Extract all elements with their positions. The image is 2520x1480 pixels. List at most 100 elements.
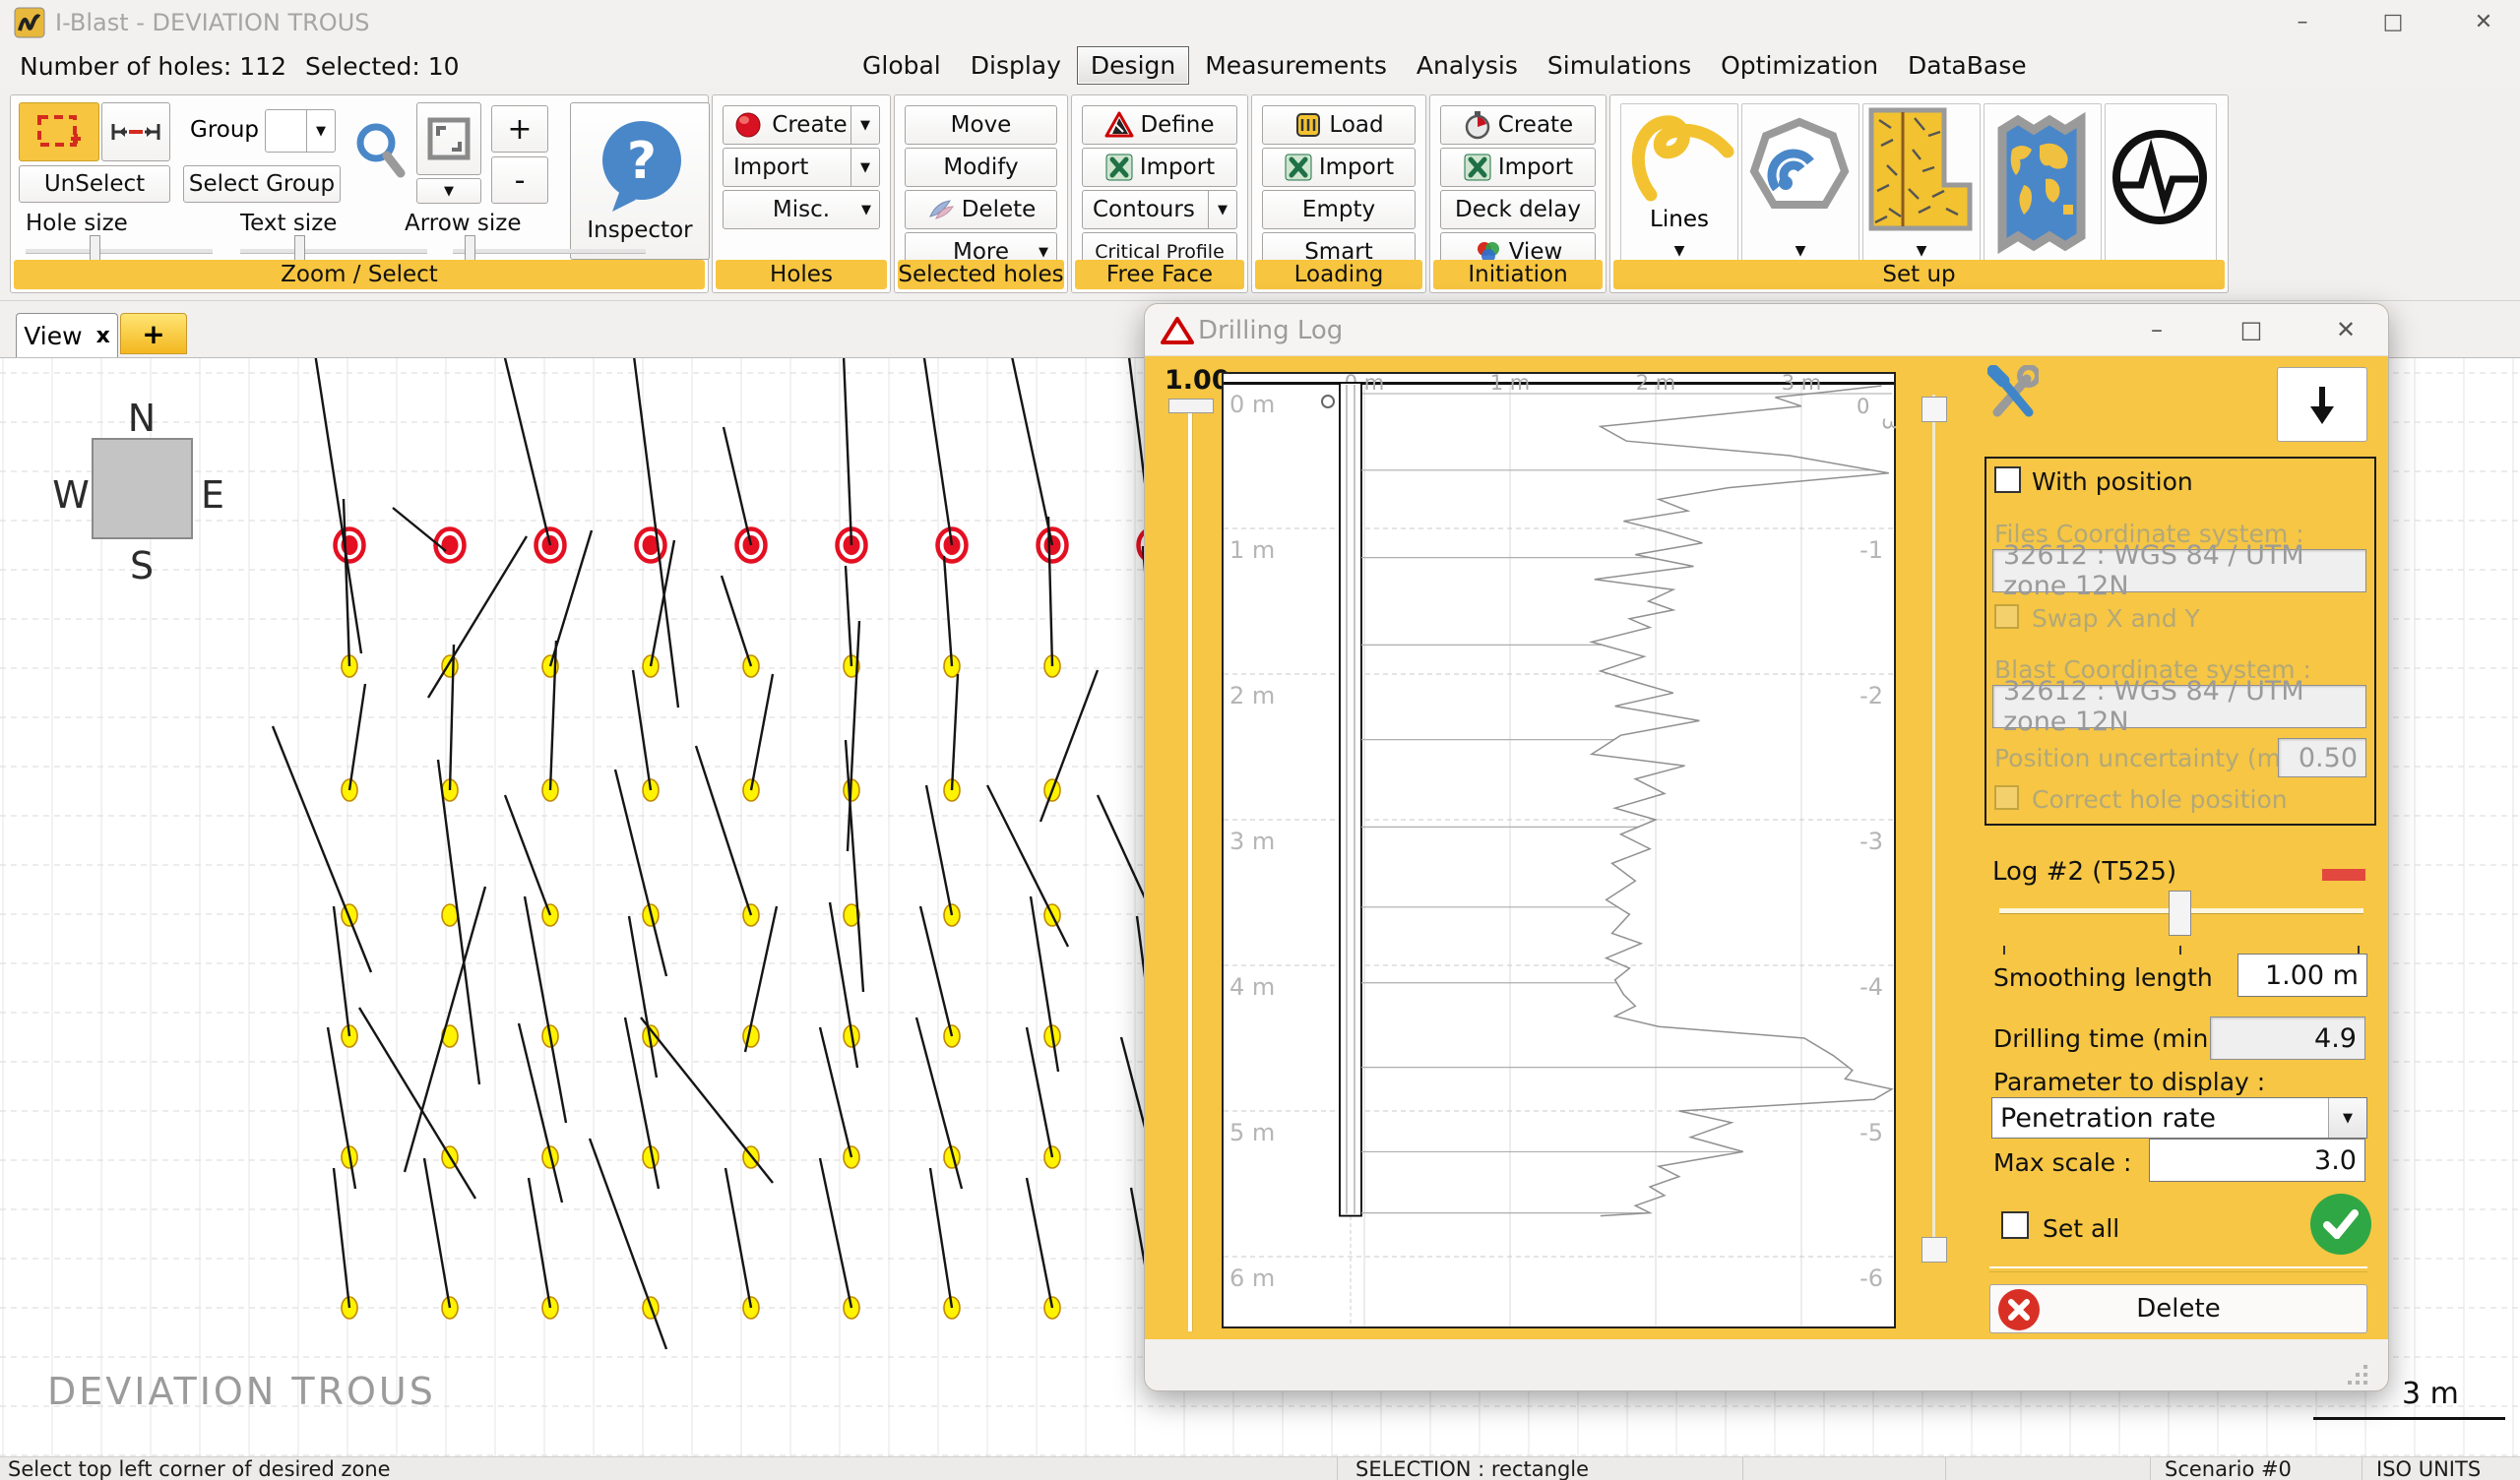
menu-tab-design[interactable]: Design bbox=[1077, 46, 1189, 85]
button-import[interactable]: Import bbox=[1082, 148, 1237, 187]
button-move[interactable]: Move bbox=[905, 105, 1057, 145]
zoom-extents-button[interactable] bbox=[416, 102, 481, 175]
button-label: Modify bbox=[943, 154, 1018, 180]
chart-top-tick: 1 m bbox=[1490, 372, 1531, 395]
unselect-button[interactable]: UnSelect bbox=[19, 165, 170, 203]
selected-hole[interactable] bbox=[637, 529, 665, 562]
dialog-title-bar[interactable]: Drilling Log – □ ✕ bbox=[1145, 304, 2388, 356]
dialog-close-button[interactable]: ✕ bbox=[2318, 310, 2373, 349]
excel-icon bbox=[1104, 153, 1134, 182]
chart-depth-tick: 2 m bbox=[1229, 682, 1275, 709]
chevron-down-icon[interactable]: ▼ bbox=[1621, 243, 1737, 259]
zoom-extents-dropdown[interactable]: ▼ bbox=[416, 178, 481, 204]
tab-view[interactable]: View x bbox=[16, 313, 118, 358]
drilling-log-chart[interactable]: 0 m1 m2 m3 m030 m1 m2 m3 m4 m5 m6 m-1-2-… bbox=[1222, 372, 1896, 1328]
resize-grip[interactable] bbox=[2348, 1365, 2369, 1387]
deviation-line bbox=[911, 358, 952, 545]
dialog-minimize-button[interactable]: – bbox=[2129, 310, 2184, 349]
left-vertical-slider-thumb[interactable] bbox=[1168, 399, 1214, 413]
parameter-dropdown[interactable]: Penetration rate ▼ bbox=[1991, 1097, 2367, 1139]
right-vertical-slider-track[interactable] bbox=[1932, 395, 1935, 1261]
chevron-down-icon[interactable]: ▼ bbox=[1863, 243, 1980, 259]
inspector-button[interactable]: ? Inspector bbox=[570, 102, 710, 260]
menu-tab-display[interactable]: Display bbox=[957, 46, 1075, 85]
button-misc-[interactable]: Misc.▼ bbox=[723, 190, 880, 229]
right-slider-thumb-bottom[interactable] bbox=[1922, 1237, 1947, 1263]
button-contours[interactable]: Contours▼ bbox=[1082, 190, 1237, 229]
correct-position-checkbox[interactable] bbox=[1994, 785, 2019, 810]
right-slider-thumb-top[interactable] bbox=[1922, 397, 1947, 422]
size-slider-track[interactable] bbox=[240, 249, 427, 254]
button-import[interactable]: Import bbox=[1440, 148, 1596, 187]
map-button[interactable] bbox=[1984, 103, 2102, 266]
tools-icon[interactable] bbox=[1987, 365, 2039, 420]
minimize-button[interactable]: – bbox=[2272, 0, 2333, 44]
wireless-setup-button[interactable]: ▼ bbox=[1741, 103, 1859, 266]
zoom-button[interactable] bbox=[350, 109, 411, 208]
button-empty[interactable]: Empty bbox=[1262, 190, 1416, 229]
swap-xy-checkbox[interactable] bbox=[1994, 604, 2019, 629]
group-label: Group bbox=[190, 117, 259, 143]
group-combobox[interactable]: ▼ bbox=[265, 109, 336, 153]
set-all-checkbox[interactable] bbox=[2001, 1211, 2029, 1239]
apply-button[interactable] bbox=[2310, 1194, 2371, 1255]
size-slider-track[interactable] bbox=[26, 249, 213, 254]
smoothing-field[interactable]: 1.00 m bbox=[2237, 954, 2367, 997]
hole[interactable] bbox=[442, 904, 458, 926]
measure-button[interactable] bbox=[101, 102, 170, 161]
chevron-down-icon[interactable]: ▼ bbox=[1039, 245, 1048, 260]
menu-tab-measurements[interactable]: Measurements bbox=[1191, 46, 1401, 85]
slider-label-1: Text size bbox=[240, 211, 337, 236]
dialog-maximize-button[interactable]: □ bbox=[2224, 310, 2279, 349]
menu-tab-analysis[interactable]: Analysis bbox=[1403, 46, 1532, 85]
maximize-button[interactable]: □ bbox=[2362, 0, 2424, 44]
with-position-checkbox[interactable] bbox=[1994, 466, 2021, 493]
button-modify[interactable]: Modify bbox=[905, 148, 1057, 187]
hole[interactable] bbox=[442, 655, 458, 677]
uncertainty-field[interactable]: 0.50 bbox=[2278, 738, 2366, 777]
chevron-down-icon[interactable]: ▼ bbox=[861, 203, 871, 217]
chevron-down-icon[interactable]: ▼ bbox=[850, 149, 879, 186]
button-deck-delay[interactable]: Deck delay bbox=[1440, 190, 1596, 229]
button-load[interactable]: Load bbox=[1262, 105, 1416, 145]
close-button[interactable]: ✕ bbox=[2453, 0, 2514, 44]
button-import[interactable]: Import bbox=[1262, 148, 1416, 187]
new-view-tab-button[interactable]: + bbox=[120, 313, 187, 354]
chevron-down-icon[interactable]: ▼ bbox=[306, 110, 335, 152]
menu-tab-database[interactable]: DataBase bbox=[1894, 46, 2041, 85]
zoom-in-button[interactable]: + bbox=[491, 105, 548, 153]
scale-bar-label: 3 m bbox=[2402, 1377, 2459, 1411]
view-tab-close-icon[interactable]: x bbox=[96, 324, 110, 348]
zoom-out-button[interactable]: - bbox=[491, 156, 548, 204]
cartridge-icon bbox=[1293, 110, 1323, 140]
chevron-down-icon[interactable]: ▼ bbox=[850, 106, 879, 144]
menu-tab-global[interactable]: Global bbox=[849, 46, 955, 85]
button-delete[interactable]: Delete bbox=[905, 190, 1057, 229]
chevron-down-icon[interactable]: ▼ bbox=[1208, 191, 1236, 228]
export-button[interactable] bbox=[2277, 367, 2367, 442]
drilling-time-label: Drilling time (min) : bbox=[1993, 1024, 2234, 1053]
left-vertical-slider-track[interactable] bbox=[1188, 406, 1193, 1331]
chevron-down-icon[interactable]: ▼ bbox=[2328, 1098, 2366, 1138]
button-create[interactable]: Create bbox=[1440, 105, 1596, 145]
seismograph-button[interactable] bbox=[2105, 103, 2217, 266]
files-cs-field[interactable]: 32612 : WGS 84 / UTM zone 12N bbox=[1992, 549, 2366, 592]
lines-button[interactable]: Lines ▼ bbox=[1620, 103, 1738, 266]
size-slider-track[interactable] bbox=[453, 249, 646, 254]
charged-hole-button[interactable]: ▼ bbox=[1862, 103, 1981, 266]
max-scale-field[interactable]: 3.0 bbox=[2149, 1139, 2365, 1182]
menu-tab-simulations[interactable]: Simulations bbox=[1534, 46, 1705, 85]
chevron-down-icon[interactable]: ▼ bbox=[1742, 243, 1858, 259]
menu-tab-optimization[interactable]: Optimization bbox=[1707, 46, 1892, 85]
deviation-line bbox=[840, 358, 851, 545]
button-create[interactable]: Create▼ bbox=[723, 105, 880, 145]
select-group-button[interactable]: Select Group bbox=[183, 165, 341, 203]
button-define[interactable]: Define bbox=[1082, 105, 1237, 145]
title-bar: I-Blast - DEVIATION TROUS – □ ✕ bbox=[0, 0, 2520, 44]
rectangle-select-button[interactable] bbox=[19, 102, 99, 161]
delete-log-button[interactable]: Delete bbox=[1989, 1284, 2367, 1333]
button-import[interactable]: Import▼ bbox=[723, 148, 880, 187]
blast-cs-field[interactable]: 32612 : WGS 84 / UTM zone 12N bbox=[1992, 685, 2366, 728]
selected-hole[interactable] bbox=[336, 529, 364, 562]
log-slider-thumb[interactable] bbox=[2169, 891, 2191, 936]
